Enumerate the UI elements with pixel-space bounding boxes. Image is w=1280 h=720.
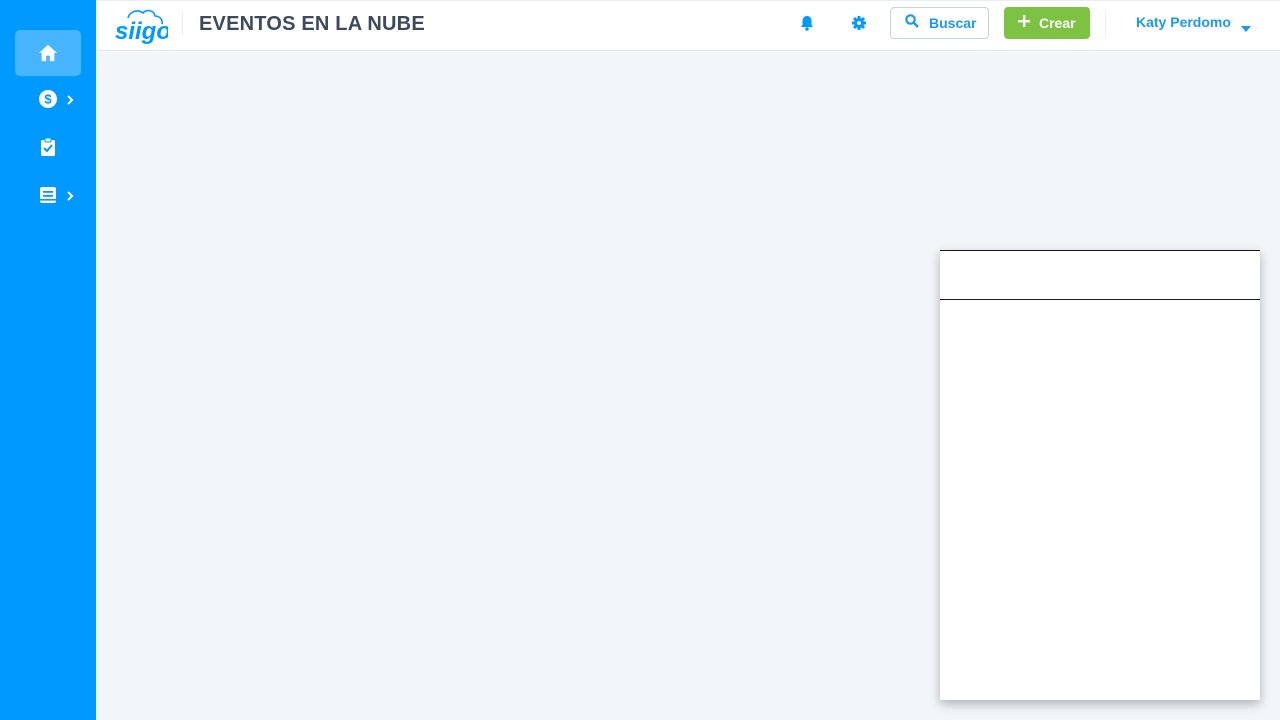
create-button-label: Crear [1039, 15, 1076, 31]
page-title: EVENTOS EN LA NUBE [199, 13, 425, 35]
divider [1105, 13, 1106, 35]
search-icon [905, 13, 919, 33]
caret-down-icon [1240, 19, 1251, 32]
dollar-circle-icon: $ [38, 89, 58, 109]
chevron-right-icon [65, 189, 75, 201]
bell-icon[interactable] [798, 14, 816, 32]
sidebar: $ [0, 0, 96, 720]
sidebar-item-finance[interactable]: $ [15, 76, 81, 122]
svg-text:siigo: siigo [115, 18, 168, 44]
gear-icon[interactable] [850, 14, 868, 32]
search-button[interactable]: Buscar [890, 7, 989, 39]
siigo-logo[interactable]: siigo [114, 6, 171, 45]
create-button[interactable]: Crear [1004, 7, 1090, 39]
search-button-label: Buscar [929, 15, 977, 31]
user-menu[interactable]: Katy Perdomo [1136, 14, 1251, 32]
clipboard-check-icon [38, 137, 58, 157]
divider [182, 13, 183, 35]
user-name: Katy Perdomo [1136, 14, 1231, 30]
plus-icon [1018, 14, 1030, 32]
side-panel-header [940, 250, 1260, 300]
chevron-right-icon [65, 93, 75, 105]
svg-text:$: $ [44, 92, 52, 107]
sidebar-item-books[interactable] [15, 172, 81, 218]
sidebar-item-home[interactable] [15, 30, 81, 76]
top-bar: siigo EVENTOS EN LA NUBE Buscar Crear Ka… [96, 0, 1280, 51]
sidebar-item-tasks[interactable] [15, 124, 81, 170]
side-panel [940, 250, 1260, 700]
home-icon [38, 43, 58, 63]
book-icon [38, 185, 58, 205]
